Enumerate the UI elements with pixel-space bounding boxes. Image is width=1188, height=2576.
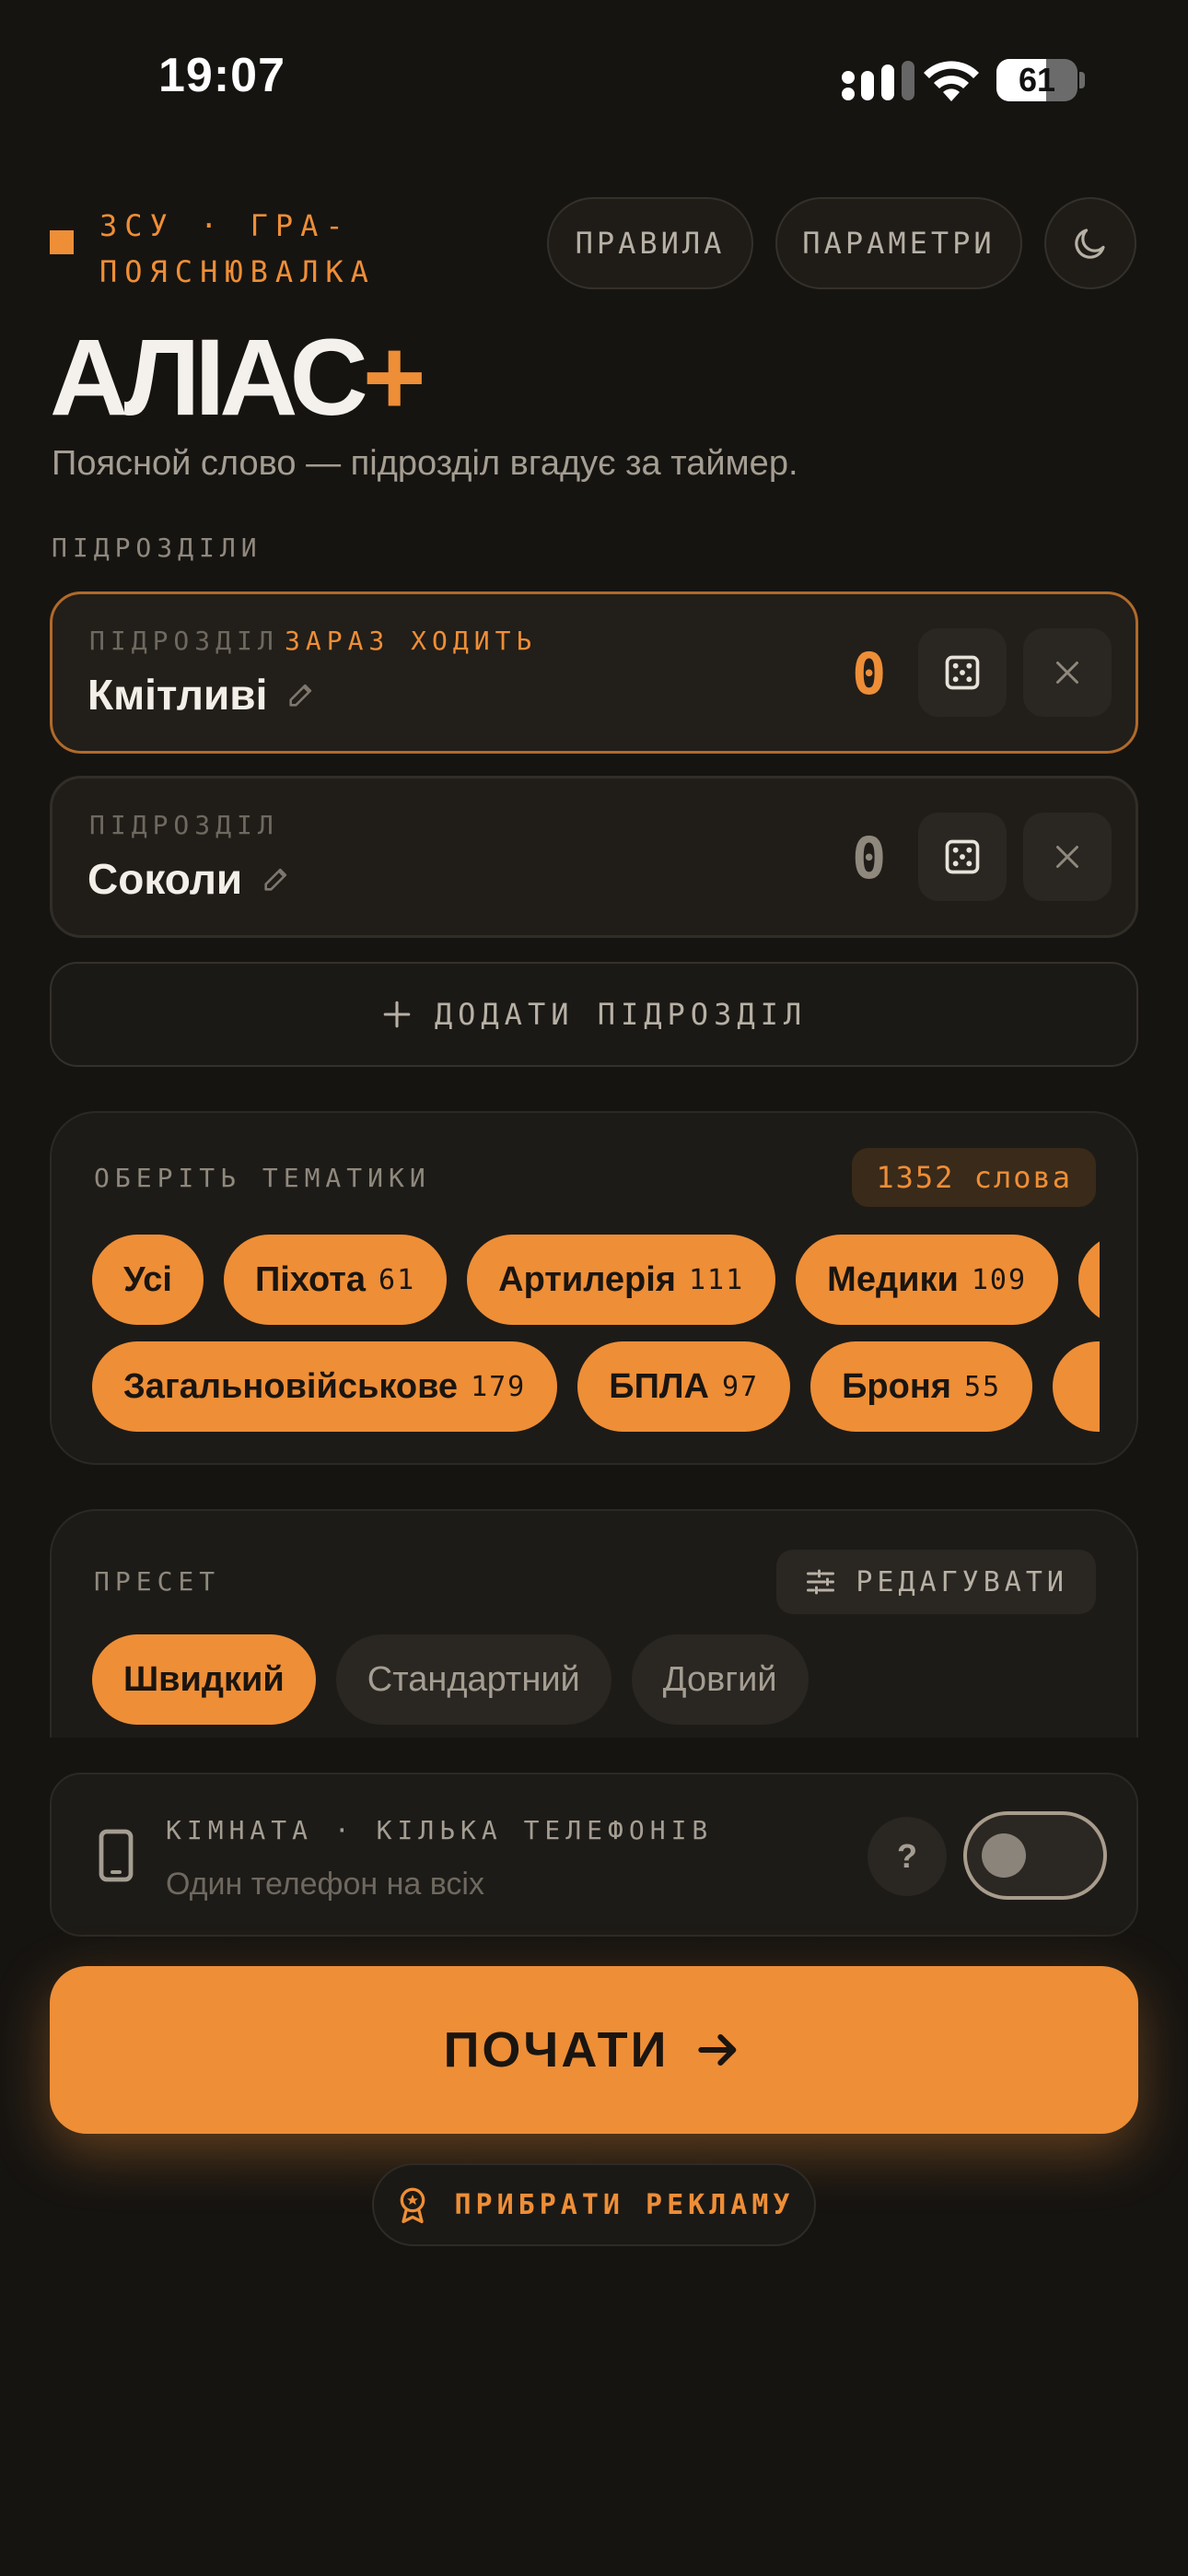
word-count-badge: 1352 слова [852, 1148, 1096, 1207]
moon-icon [1075, 228, 1105, 259]
app-title: АЛІАС+ [50, 317, 426, 439]
theme-chip[interactable]: Артилерія 111 [467, 1235, 776, 1325]
team-label: ПІДРОЗДІЛ [89, 626, 279, 656]
dice-icon [945, 655, 980, 690]
themes-section-label: ОБЕРІТЬ ТЕМАТИКИ [94, 1163, 431, 1193]
room-mode-toggle[interactable] [963, 1811, 1107, 1900]
theme-chip[interactable]: Загальновійськове 179 [92, 1341, 558, 1432]
preset-section-label: ПРЕСЕТ [94, 1566, 221, 1597]
dice-icon [945, 839, 980, 874]
preset-option[interactable]: Довгий [631, 1634, 809, 1725]
theme-chip[interactable]: Броня 55 [810, 1341, 1033, 1432]
team-name[interactable]: Кмітливі [87, 670, 317, 720]
team-name[interactable]: Соколи [87, 854, 292, 904]
team-card: ПІДРОЗДІЛ Соколи 0 [50, 776, 1138, 938]
room-mode-subtitle: Один телефон на всіх [166, 1867, 484, 1902]
settings-button[interactable]: ПАРАМЕТРИ [775, 197, 1022, 289]
theme-chip-label: Броня [842, 1366, 951, 1406]
theme-chip-label: Артилерія [498, 1259, 676, 1299]
theme-toggle-button[interactable] [1044, 197, 1136, 289]
randomize-name-button[interactable] [918, 628, 1007, 717]
theme-chip-label: Усі [123, 1259, 172, 1299]
theme-chip-label: БПЛА [609, 1366, 709, 1406]
rules-button[interactable]: ПРАВИЛА [547, 197, 753, 289]
theme-chip-count: 61 [379, 1263, 416, 1296]
theme-chip[interactable] [1053, 1341, 1100, 1432]
theme-chip[interactable]: Усі [92, 1235, 204, 1325]
add-team-button[interactable]: ДОДАТИ ПІДРОЗДІЛ [50, 962, 1138, 1067]
remove-team-button[interactable] [1023, 813, 1112, 901]
theme-chip-count: 55 [963, 1370, 1002, 1403]
theme-chip[interactable] [1078, 1235, 1100, 1325]
theme-chip-count: 97 [721, 1370, 760, 1403]
wifi-icon [924, 61, 979, 101]
brand-square-icon [50, 230, 74, 254]
status-time: 19:07 [158, 49, 285, 102]
cellular-signal-icon [842, 61, 914, 100]
preset-panel: ПРЕСЕТ РЕДАГУВАТИ Швидкий Стандартний Довг… [50, 1509, 1138, 1738]
theme-chip-label: Загальновійськове [123, 1366, 459, 1406]
battery-level: 61 [1018, 61, 1056, 99]
theme-chip[interactable]: Піхота 61 [223, 1235, 448, 1325]
plus-icon [383, 1001, 411, 1028]
remove-ads-button[interactable]: ПРИБРАТИ РЕКЛАМУ [372, 2163, 816, 2246]
close-icon [1056, 662, 1078, 684]
battery-icon: 61 [996, 59, 1087, 101]
brand-name: ЗСУ · ГРА-ПОЯСНЮВАЛКА [99, 208, 376, 289]
preset-options: Швидкий Стандартний Довгий [92, 1634, 809, 1725]
randomize-name-button[interactable] [918, 813, 1007, 901]
sliders-icon [807, 1569, 835, 1595]
team-score: 0 [852, 640, 887, 708]
current-turn-badge: ЗАРАЗ ХОДИТЬ [285, 626, 538, 656]
team-card: ПІДРОЗДІЛ ЗАРАЗ ХОДИТЬ Кмітливі 0 [50, 591, 1138, 754]
pencil-icon[interactable] [261, 863, 292, 895]
start-game-button[interactable]: ПОЧАТИ [50, 1966, 1138, 2134]
theme-chip-count: 109 [971, 1263, 1028, 1296]
room-mode-card: КІМНАТА · КІЛЬКА ТЕЛЕФОНІВ Один телефон … [50, 1773, 1138, 1937]
help-button[interactable]: ? [868, 1817, 947, 1896]
teams-section-label: ПІДРОЗДІЛИ [52, 533, 262, 563]
theme-chip-count: 111 [688, 1263, 745, 1296]
theme-chip[interactable]: Медики 109 [796, 1235, 1059, 1325]
close-icon [1056, 846, 1078, 868]
arrow-right-icon [698, 2033, 737, 2067]
themes-panel: ОБЕРІТЬ ТЕМАТИКИ 1352 слова Усі Піхота 61 А… [50, 1111, 1138, 1465]
themes-row: Усі Піхота 61 Артилерія 111 Медики 109 [92, 1235, 1100, 1325]
pencil-icon[interactable] [285, 679, 317, 710]
themes-row: Загальновійськове 179 БПЛА 97 Броня 55 [92, 1341, 1100, 1432]
team-score: 0 [852, 825, 887, 892]
preset-option[interactable]: Швидкий [92, 1634, 316, 1725]
award-icon [400, 2187, 425, 2223]
theme-chip[interactable]: БПЛА 97 [577, 1341, 791, 1432]
phone-icon [99, 1829, 134, 1882]
remove-team-button[interactable] [1023, 628, 1112, 717]
preset-option[interactable]: Стандартний [335, 1634, 611, 1725]
team-label: ПІДРОЗДІЛ [89, 810, 279, 840]
theme-chip-count: 179 [471, 1370, 527, 1403]
theme-chip-label: Піхота [254, 1259, 367, 1299]
room-mode-title: КІМНАТА · КІЛЬКА ТЕЛЕФОНІВ [166, 1815, 714, 1845]
app-subtitle: Поясной слово — підрозділ вгадує за тайм… [52, 444, 798, 483]
edit-preset-button[interactable]: РЕДАГУВАТИ [776, 1550, 1096, 1614]
theme-chip-label: Медики [827, 1259, 959, 1299]
